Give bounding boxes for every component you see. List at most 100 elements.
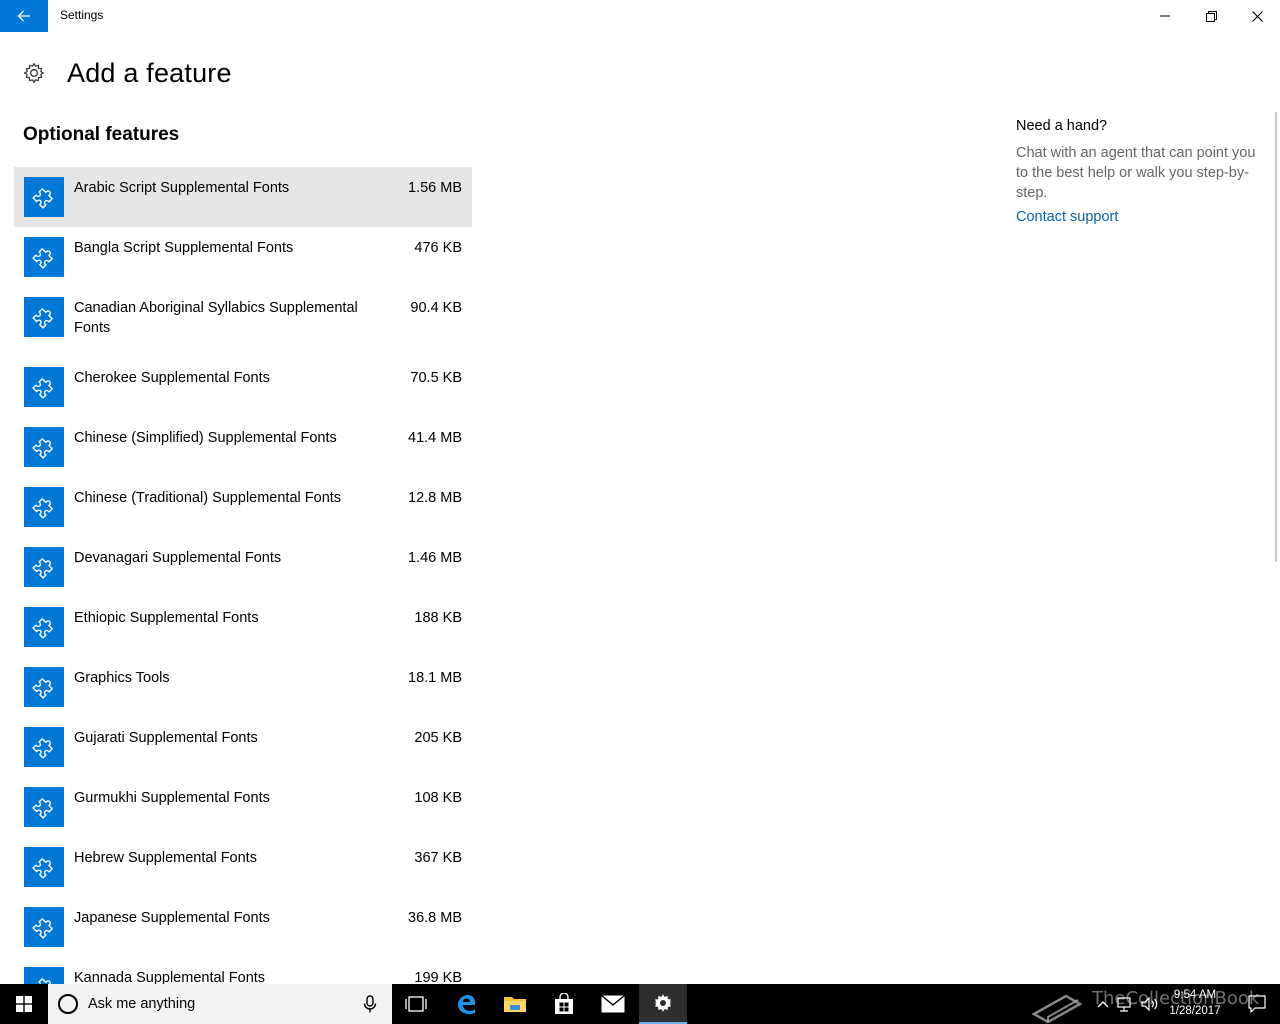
feature-list-item[interactable]: Bangla Script Supplemental Fonts 476 KB [14,227,472,287]
feature-size: 18.1 MB [408,670,462,686]
restore-button[interactable] [1188,0,1234,32]
puzzle-piece-icon [24,607,64,647]
feature-name: Bangla Script Supplemental Fonts [74,240,294,256]
store-bag-icon [555,993,573,1014]
gear-icon [654,994,672,1012]
settings-taskbar-button[interactable] [639,984,687,1024]
puzzle-piece-icon [24,847,64,887]
feature-name: Arabic Script Supplemental Fonts [74,180,290,196]
section-title: Optional features [23,124,180,145]
feature-size: 188 KB [414,610,462,626]
puzzle-piece-icon [24,177,64,217]
feature-list-item[interactable]: Devanagari Supplemental Fonts 1.46 MB [14,537,472,597]
edge-icon [458,995,475,1014]
feature-list-item[interactable]: Gujarati Supplemental Fonts 205 KB [14,717,472,777]
chevron-up-icon[interactable] [1096,994,1110,1014]
puzzle-piece-icon [24,427,64,467]
feature-list-item[interactable]: Chinese (Simplified) Supplemental Fonts … [14,417,472,477]
feature-list-item[interactable]: Canadian Aboriginal Syllabics Supplement… [14,287,472,357]
feature-name: Kannada Supplemental Fonts [74,970,266,984]
windows-logo-icon [16,996,32,1012]
network-icon[interactable] [1116,994,1134,1014]
puzzle-piece-icon [24,907,64,947]
help-title: Need a hand? [1016,118,1108,134]
puzzle-piece-icon [24,667,64,707]
cortana-search-box[interactable]: Ask me anything [48,984,392,1024]
feature-name: Chinese (Simplified) Supplemental Fonts [74,430,337,446]
page-title: Add a feature [67,57,232,88]
minimize-icon [1160,15,1170,17]
back-button[interactable] [0,0,48,32]
feature-list-item[interactable]: Cherokee Supplemental Fonts 70.5 KB [14,357,472,417]
minimize-button[interactable] [1142,0,1188,32]
puzzle-piece-icon [24,487,64,527]
microphone-icon[interactable] [360,994,380,1014]
action-center-button[interactable] [1234,984,1280,1024]
task-view-button[interactable] [392,984,440,1024]
feature-size: 367 KB [414,850,462,866]
scrollbar[interactable] [1275,112,1277,562]
help-panel: Need a hand? Chat with an agent that can… [1016,118,1256,225]
puzzle-piece-icon [24,367,64,407]
feature-name: Cherokee Supplemental Fonts [74,370,270,386]
feature-name: Chinese (Traditional) Supplemental Fonts [74,490,342,506]
feature-name: Gujarati Supplemental Fonts [74,730,258,746]
book-logo-icon [1031,994,1083,1024]
clock[interactable]: 9:54 AM 1/28/2017 [1158,987,1232,1019]
feature-size: 41.4 MB [408,430,462,446]
feature-size: 476 KB [414,240,462,256]
puzzle-piece-icon [24,787,64,827]
feature-name: Canadian Aboriginal Syllabics Supplement… [74,300,358,336]
feature-list-item[interactable]: Ethiopic Supplemental Fonts 188 KB [14,597,472,657]
feature-size: 70.5 KB [410,370,462,386]
file-explorer-button[interactable] [491,984,539,1024]
puzzle-piece-icon [24,237,64,277]
feature-name: Gurmukhi Supplemental Fonts [74,790,270,806]
mail-icon [601,995,625,1013]
feature-size: 205 KB [414,730,462,746]
feature-size: 199 KB [414,970,462,984]
feature-name: Japanese Supplemental Fonts [74,910,270,926]
feature-size: 108 KB [414,790,462,806]
feature-name: Graphics Tools [74,670,170,686]
clock-date: 1/28/2017 [1169,1005,1221,1017]
start-button[interactable] [0,984,48,1024]
close-icon [1251,10,1263,22]
task-view-icon [405,996,427,1012]
help-description: Chat with an agent that can point you to… [1016,145,1256,201]
feature-name: Ethiopic Supplemental Fonts [74,610,259,626]
feature-list-item[interactable]: Graphics Tools 18.1 MB [14,657,472,717]
feature-list-item[interactable]: Kannada Supplemental Fonts 199 KB [14,957,472,984]
window-title: Settings [60,8,104,22]
feature-size: 12.8 MB [408,490,462,506]
mail-button[interactable] [589,984,637,1024]
feature-list-item[interactable]: Arabic Script Supplemental Fonts 1.56 MB [14,167,472,227]
puzzle-piece-icon [24,547,64,587]
puzzle-piece-icon [24,967,64,984]
volume-icon[interactable] [1140,994,1160,1014]
feature-size: 36.8 MB [408,910,462,926]
feature-list-item[interactable]: Chinese (Traditional) Supplemental Fonts… [14,477,472,537]
cortana-icon [58,994,78,1014]
feature-size: 90.4 KB [410,300,462,316]
feature-list-item[interactable]: Gurmukhi Supplemental Fonts 108 KB [14,777,472,837]
notification-icon [1248,995,1266,1013]
feature-list-item[interactable]: Hebrew Supplemental Fonts 367 KB [14,837,472,897]
system-tray [1096,994,1160,1014]
puzzle-piece-icon [24,727,64,767]
feature-list-item[interactable]: Japanese Supplemental Fonts 36.8 MB [14,897,472,957]
feature-size: 1.56 MB [408,180,462,196]
feature-list: Arabic Script Supplemental Fonts 1.56 MB… [14,167,472,984]
close-button[interactable] [1234,0,1280,32]
edge-browser-button[interactable] [442,984,490,1024]
page-header: Add a feature [22,56,232,90]
contact-support-link[interactable]: Contact support [1016,209,1256,225]
store-button[interactable] [540,984,588,1024]
restore-icon [1205,10,1217,22]
folder-icon [504,997,526,1012]
title-bar: Settings [0,0,1280,32]
taskbar: Ask me anything TheCollectionBook 9:54 A… [0,984,1280,1024]
clock-time: 9:54 AM [1173,989,1217,1001]
feature-name: Devanagari Supplemental Fonts [74,550,282,566]
feature-size: 1.46 MB [408,550,462,566]
